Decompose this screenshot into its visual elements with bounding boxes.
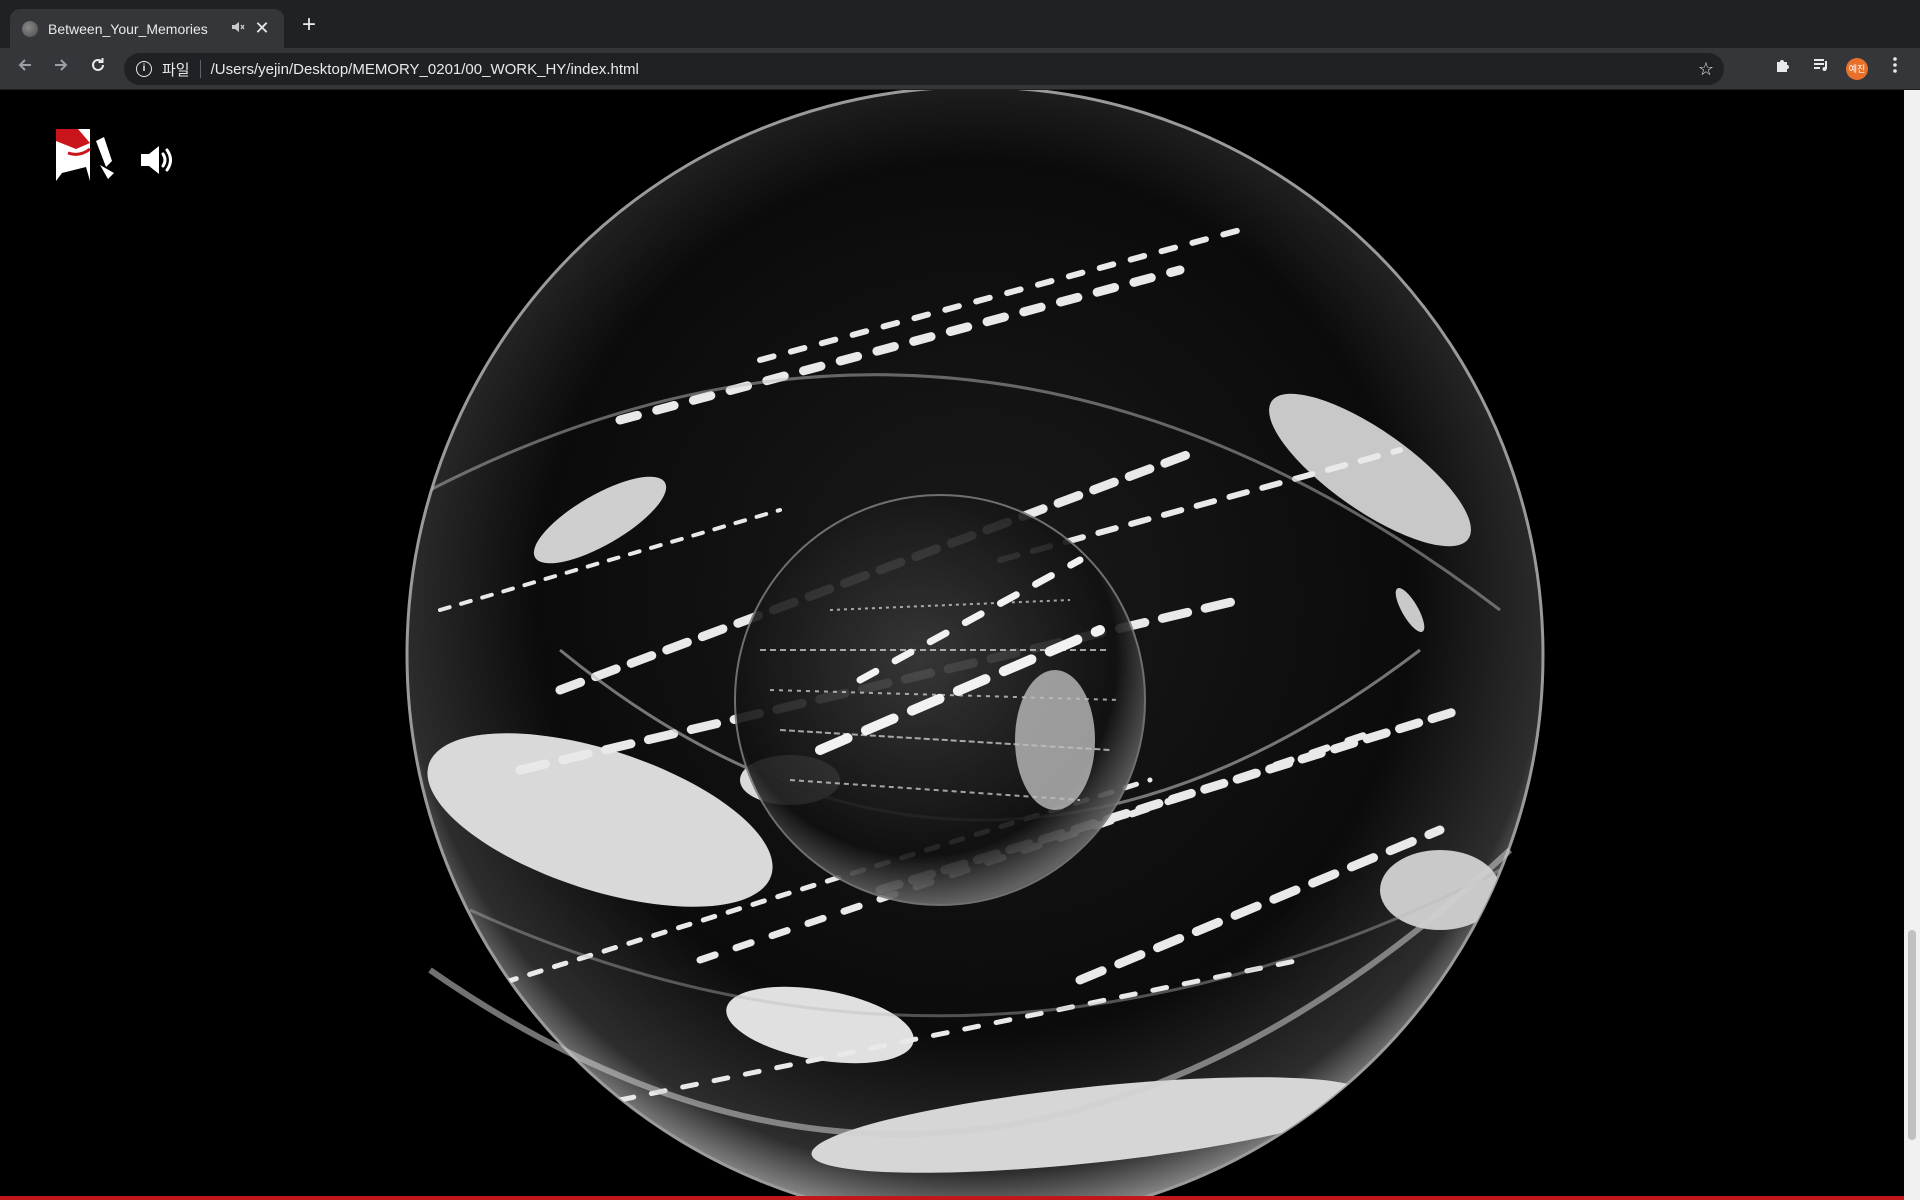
- address-bar[interactable]: i 파일 /Users/yejin/Desktop/MEMORY_0201/00…: [124, 53, 1724, 85]
- arrow-left-icon[interactable]: [10, 53, 40, 83]
- scheme-label: 파일: [162, 61, 190, 79]
- page-scrollbar[interactable]: [1904, 90, 1920, 1200]
- kebab-icon[interactable]: [1880, 54, 1910, 84]
- close-icon[interactable]: ✕: [252, 18, 272, 39]
- reload-icon[interactable]: [83, 53, 113, 83]
- profile-avatar[interactable]: 예진: [1846, 58, 1868, 80]
- plus-icon[interactable]: +: [296, 12, 322, 38]
- globe-icon: [22, 20, 38, 37]
- star-icon[interactable]: ☆: [1688, 59, 1724, 80]
- speaker-on-icon[interactable]: [138, 142, 178, 178]
- url-text[interactable]: /Users/yejin/Desktop/MEMORY_0201/00_WORK…: [211, 61, 1688, 78]
- tab-title: Between_Your_Memories: [48, 20, 208, 37]
- tab-strip: Between_Your_Memories ✕ +: [0, 0, 1920, 48]
- accent-bottom-bar: [0, 1196, 1904, 1200]
- omnibox-divider: [199, 60, 201, 78]
- playlist-icon[interactable]: [1806, 54, 1836, 84]
- scrollbar-thumb[interactable]: [1908, 930, 1916, 1140]
- browser-toolbar: i 파일 /Users/yejin/Desktop/MEMORY_0201/00…: [0, 48, 1920, 90]
- page-viewport: [0, 90, 1904, 1196]
- tab-between-your-memories[interactable]: Between_Your_Memories ✕: [10, 9, 284, 48]
- brand-logo-icon[interactable]: [56, 127, 118, 183]
- info-icon[interactable]: i: [136, 61, 152, 77]
- glass-sphere-artwork[interactable]: [0, 90, 1904, 1196]
- arrow-right-icon[interactable]: [46, 53, 76, 83]
- puzzle-icon[interactable]: [1768, 54, 1798, 84]
- speaker-muted-icon[interactable]: [228, 21, 248, 36]
